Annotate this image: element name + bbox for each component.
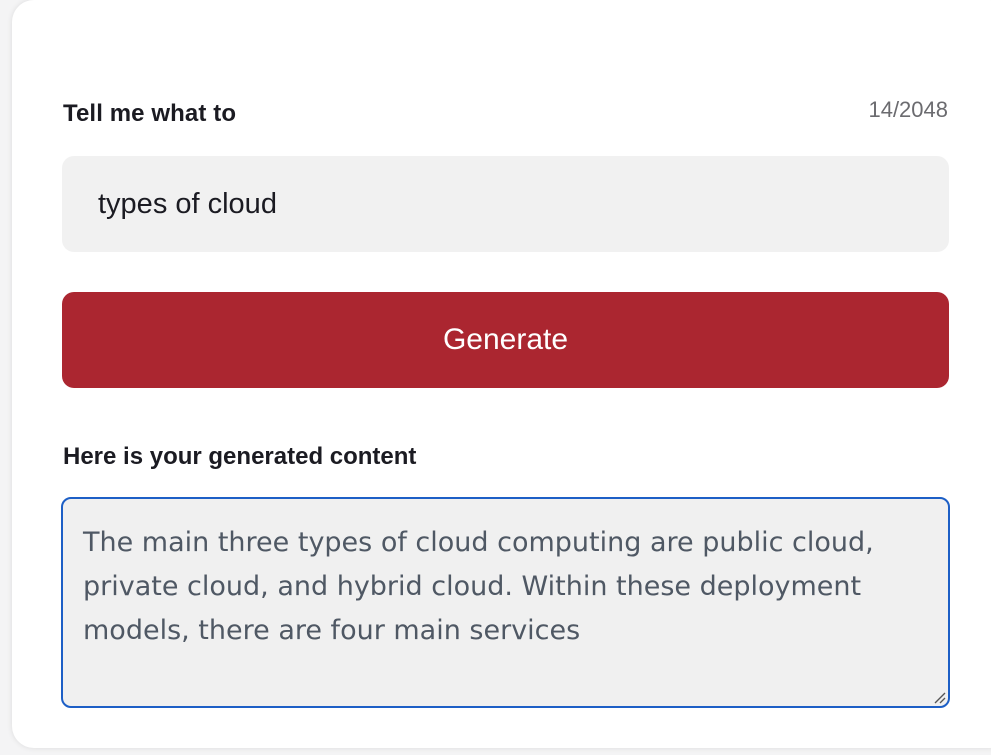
- generated-content-textarea[interactable]: The main three types of cloud computing …: [61, 497, 950, 708]
- resize-handle-icon[interactable]: [930, 688, 946, 704]
- generate-button[interactable]: Generate: [62, 292, 949, 388]
- output-label: Here is your generated content: [63, 443, 417, 470]
- prompt-label: Tell me what to: [63, 100, 237, 127]
- character-counter: 14/2048: [868, 97, 948, 122]
- prompt-input[interactable]: [62, 156, 949, 252]
